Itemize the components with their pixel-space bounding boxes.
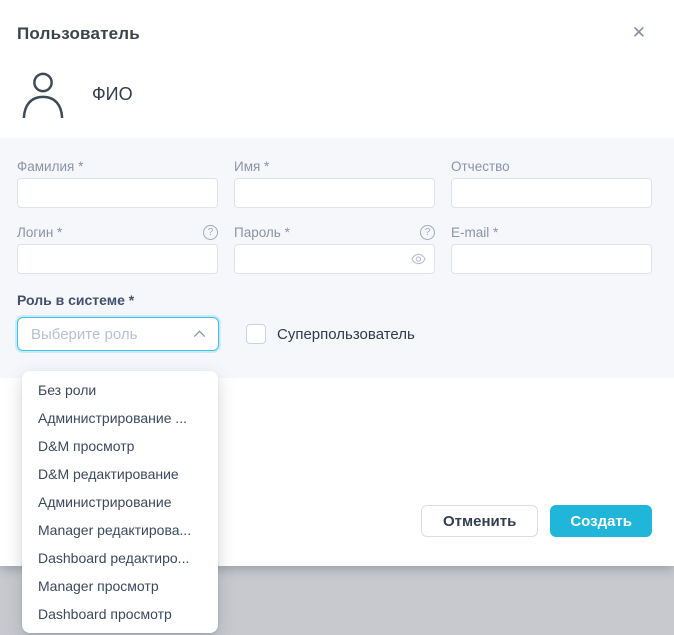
role-option-dm-view[interactable]: D&M просмотр [22, 432, 218, 460]
modal-header: Пользователь ✕ [0, 0, 674, 44]
role-label: Роль в системе * [17, 292, 652, 308]
role-option-dashboard-edit[interactable]: Dashboard редактиро... [22, 544, 218, 572]
field-firstname: Имя * [234, 158, 435, 208]
help-icon[interactable]: ? [203, 225, 218, 240]
patronymic-label: Отчество [451, 159, 510, 174]
password-input[interactable] [234, 244, 435, 274]
user-section: ФИО [0, 44, 674, 138]
role-option-manager-view[interactable]: Manager просмотр [22, 572, 218, 600]
lastname-input[interactable] [17, 178, 218, 208]
create-button[interactable]: Создать [550, 505, 652, 537]
form-section: Фамилия * Имя * Отчество Логин * ? [0, 138, 674, 378]
role-select[interactable]: Выберите роль [17, 317, 219, 351]
fields-row-2: Логин * ? Пароль * ? [17, 224, 652, 274]
email-label: E-mail * [451, 225, 498, 240]
role-dropdown-menu: Без роли Администрирование ... D&M просм… [22, 371, 218, 633]
modal-footer: Отменить Создать [421, 505, 652, 537]
firstname-input[interactable] [234, 178, 435, 208]
field-patronymic: Отчество [451, 158, 652, 208]
field-login: Логин * ? [17, 224, 218, 274]
login-input[interactable] [17, 244, 218, 274]
role-option-dashboard-view[interactable]: Dashboard просмотр [22, 600, 218, 628]
patronymic-input[interactable] [451, 178, 652, 208]
role-option-manager-edit[interactable]: Manager редактирова... [22, 516, 218, 544]
user-icon [20, 70, 66, 118]
login-label: Логин * [17, 225, 62, 240]
role-option-administration[interactable]: Администрирование [22, 488, 218, 516]
firstname-label: Имя * [234, 159, 269, 174]
page-title: Пользователь [17, 24, 140, 44]
superuser-label: Суперпользователь [277, 326, 415, 343]
superuser-checkbox[interactable]: Суперпользователь [246, 324, 415, 344]
close-icon: ✕ [632, 23, 646, 42]
role-option-administration-ellipsis[interactable]: Администрирование ... [22, 404, 218, 432]
role-select-placeholder: Выберите роль [31, 326, 137, 343]
close-button[interactable]: ✕ [630, 22, 648, 43]
lastname-label: Фамилия * [17, 159, 83, 174]
email-input[interactable] [451, 244, 652, 274]
help-icon[interactable]: ? [420, 225, 435, 240]
field-lastname: Фамилия * [17, 158, 218, 208]
fio-heading: ФИО [92, 84, 133, 105]
eye-icon[interactable] [410, 252, 427, 267]
field-password: Пароль * ? [234, 224, 435, 274]
cancel-button[interactable]: Отменить [421, 505, 538, 537]
role-option-dm-edit[interactable]: D&M редактирование [22, 460, 218, 488]
chevron-up-icon [193, 325, 206, 343]
checkbox-icon[interactable] [246, 324, 266, 344]
password-label: Пароль * [234, 225, 290, 240]
field-email: E-mail * [451, 224, 652, 274]
role-option-no-role[interactable]: Без роли [22, 376, 218, 404]
fields-row-1: Фамилия * Имя * Отчество [17, 158, 652, 208]
